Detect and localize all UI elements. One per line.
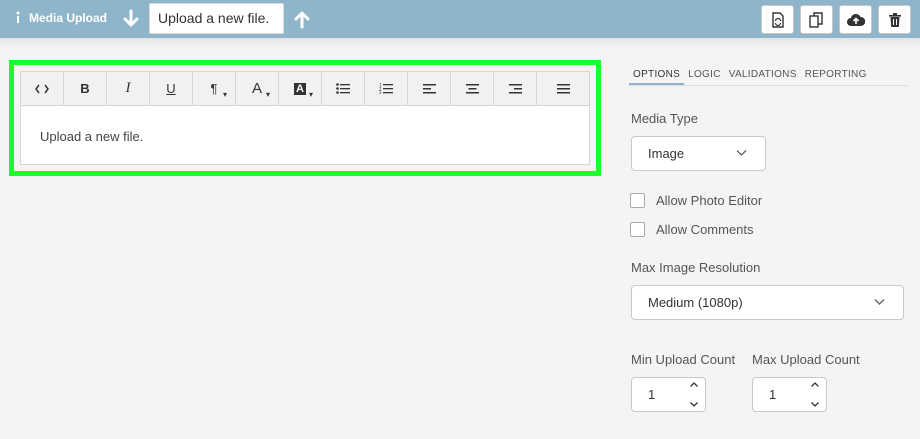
question-name-input[interactable]: Upload a new file. [149, 3, 284, 34]
max-upload-count-label: Max Upload Count [752, 352, 860, 367]
question-type-title: Media Upload [29, 11, 108, 25]
tab-validations[interactable]: VALIDATIONS [725, 66, 801, 85]
top-bar: Media Upload Upload a new file. [0, 0, 920, 38]
min-upload-count-stepper[interactable]: 1 [631, 377, 706, 412]
font-color-button[interactable]: A ▾ [236, 72, 279, 105]
spin-arrows[interactable] [689, 381, 699, 408]
allow-photo-editor-label: Allow Photo Editor [656, 193, 763, 208]
spin-arrows[interactable] [810, 381, 820, 408]
editor-content[interactable]: Upload a new file. [40, 129, 143, 144]
align-center-icon [465, 83, 479, 93]
bullet-list-icon [336, 83, 350, 94]
paragraph-format-button[interactable]: ¶ ▾ [193, 72, 236, 105]
allow-photo-editor-checkbox[interactable] [630, 193, 645, 208]
align-center-button[interactable] [451, 72, 494, 105]
settings-tabs: OPTIONS LOGIC VALIDATIONS REPORTING [629, 66, 908, 86]
underline-button[interactable]: U [150, 72, 193, 105]
file-sync-icon [771, 11, 784, 28]
font-color-icon: A [251, 80, 262, 97]
italic-button[interactable]: I [107, 72, 150, 105]
paragraph-icon: ¶ [210, 81, 218, 96]
source-code-button[interactable] [21, 72, 64, 105]
chevron-down-icon [874, 298, 885, 305]
chevron-up-icon[interactable] [689, 381, 699, 388]
allow-comments-label: Allow Comments [656, 222, 754, 237]
chevron-down-icon [736, 149, 747, 156]
editor-toolbar: B I U ¶ ▾ A ▾ A ▾ 123 [21, 72, 589, 106]
min-upload-count-label: Min Upload Count [631, 352, 736, 367]
delete-button[interactable] [878, 5, 911, 34]
chevron-down-icon[interactable] [689, 401, 699, 408]
media-type-value: Image [648, 146, 685, 161]
background-color-button[interactable]: A ▾ [279, 72, 322, 105]
cloud-upload-button[interactable] [839, 5, 872, 34]
max-upload-count-stepper[interactable]: 1 [752, 377, 827, 412]
align-left-icon [422, 83, 436, 93]
trash-icon [888, 12, 901, 27]
allow-photo-editor-row[interactable]: Allow Photo Editor [630, 193, 762, 208]
numbered-list-icon: 123 [379, 83, 393, 94]
justify-button[interactable] [537, 72, 589, 105]
italic-label: I [125, 80, 131, 96]
align-right-icon [508, 83, 522, 93]
editor-highlight-frame: B I U ¶ ▾ A ▾ A ▾ 123 Upload a new file. [9, 60, 601, 176]
bullet-list-button[interactable] [322, 72, 365, 105]
min-upload-count-value: 1 [648, 387, 656, 402]
code-icon [35, 84, 49, 93]
copy-button[interactable] [800, 5, 833, 34]
rich-text-editor: B I U ¶ ▾ A ▾ A ▾ 123 Upload a new file. [20, 71, 590, 165]
move-up-icon[interactable] [293, 9, 311, 29]
svg-text:3: 3 [379, 90, 382, 94]
tab-reporting[interactable]: REPORTING [801, 66, 871, 85]
tab-logic[interactable]: LOGIC [684, 66, 725, 85]
max-resolution-value: Medium (1080p) [648, 295, 743, 310]
duplicate-file-button[interactable] [761, 5, 794, 34]
tab-options[interactable]: OPTIONS [629, 66, 685, 85]
move-down-icon[interactable] [122, 9, 140, 29]
media-type-select[interactable]: Image [631, 136, 766, 171]
align-right-button[interactable] [494, 72, 537, 105]
cloud-upload-icon [846, 13, 865, 26]
media-type-label: Media Type [631, 111, 698, 126]
chevron-up-icon[interactable] [810, 381, 820, 388]
chevron-down-icon[interactable] [810, 401, 820, 408]
header-shadow [0, 38, 920, 48]
align-left-button[interactable] [408, 72, 451, 105]
bold-label: B [80, 81, 90, 96]
max-upload-count-value: 1 [769, 387, 777, 402]
info-icon[interactable] [14, 10, 22, 26]
allow-comments-row[interactable]: Allow Comments [630, 222, 754, 237]
background-color-icon: A [294, 82, 306, 95]
allow-comments-checkbox[interactable] [630, 222, 645, 237]
copy-icon [809, 11, 823, 28]
max-resolution-select[interactable]: Medium (1080p) [631, 285, 904, 320]
underline-label: U [166, 81, 176, 96]
justify-icon [556, 83, 570, 93]
bold-button[interactable]: B [64, 72, 107, 105]
numbered-list-button[interactable]: 123 [365, 72, 408, 105]
max-resolution-label: Max Image Resolution [631, 260, 761, 275]
